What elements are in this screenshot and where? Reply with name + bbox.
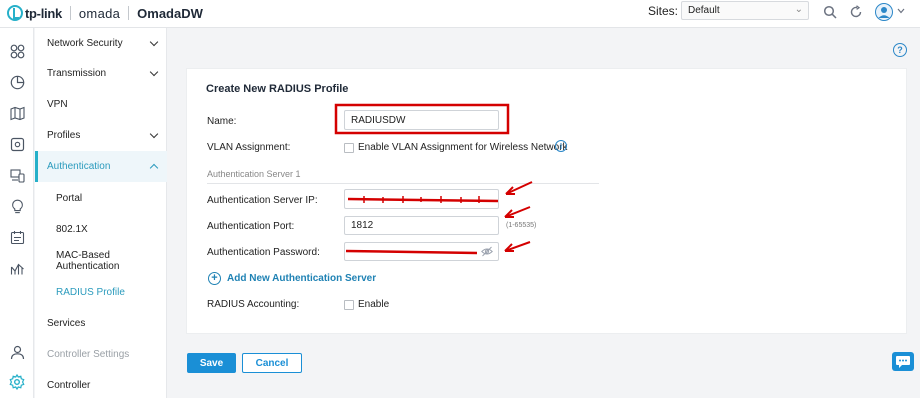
nav-vpn[interactable]: VPN bbox=[35, 89, 167, 120]
password-input[interactable] bbox=[344, 242, 499, 261]
map-icon[interactable] bbox=[9, 105, 25, 121]
cancel-button[interactable]: Cancel bbox=[242, 353, 302, 373]
vlan-assignment-checkbox-label: Enable VLAN Assignment for Wireless Netw… bbox=[358, 142, 568, 153]
brand: tp-link omada OmadaDW bbox=[7, 3, 203, 23]
nav-radius-profile[interactable]: RADIUS Profile bbox=[35, 277, 167, 308]
refresh-icon[interactable] bbox=[848, 4, 864, 20]
nav-label: MAC-Based Authentication bbox=[56, 249, 120, 272]
nav-label: Transmission bbox=[47, 68, 107, 79]
nav-label: Authentication bbox=[47, 161, 111, 172]
reports-icon[interactable] bbox=[9, 260, 25, 276]
plus-circle-icon: + bbox=[208, 272, 221, 285]
brand-divider bbox=[128, 6, 130, 20]
name-label: Name: bbox=[207, 116, 237, 127]
nav-802-1x[interactable]: 802.1X bbox=[35, 214, 167, 245]
chevron-down-icon bbox=[149, 129, 159, 139]
chat-bubble-icon bbox=[896, 355, 910, 368]
site-select-value: Default bbox=[688, 5, 720, 16]
chevron-up-icon bbox=[149, 163, 159, 173]
add-auth-server-label: Add New Authentication Server bbox=[227, 273, 377, 284]
section-divider bbox=[207, 183, 599, 184]
name-input[interactable] bbox=[344, 110, 499, 130]
sites-label: Sites: bbox=[648, 4, 679, 18]
port-input[interactable] bbox=[344, 216, 499, 235]
chevron-down-icon: ⌄ bbox=[794, 4, 803, 15]
form-title: Create New RADIUS Profile bbox=[206, 83, 349, 95]
hide-password-icon[interactable] bbox=[481, 246, 493, 257]
password-label: Authentication Password: bbox=[207, 247, 320, 258]
radius-profile-form: Create New RADIUS Profile Name: VLAN Ass… bbox=[186, 68, 907, 334]
app-title: OmadaDW bbox=[137, 5, 203, 21]
chevron-down-icon bbox=[149, 37, 159, 47]
nav-label: VPN bbox=[47, 99, 68, 110]
tp-link-logo-icon bbox=[7, 5, 23, 21]
nav-transmission[interactable]: Transmission bbox=[35, 58, 167, 89]
account-icon[interactable] bbox=[9, 344, 25, 360]
settings-sidenav: Network Security Transmission VPN Profil… bbox=[35, 28, 167, 398]
logs-icon[interactable] bbox=[9, 229, 25, 245]
port-range-hint: (1-65535) bbox=[506, 222, 537, 229]
nav-services[interactable]: Services bbox=[35, 308, 167, 339]
info-icon[interactable]: i bbox=[555, 140, 567, 152]
nav-label: RADIUS Profile bbox=[56, 287, 125, 298]
radius-accounting-checkbox[interactable] bbox=[344, 300, 354, 310]
statistics-icon[interactable] bbox=[9, 74, 25, 90]
nav-label: 802.1X bbox=[56, 224, 88, 235]
server-ip-label: Authentication Server IP: bbox=[207, 195, 318, 206]
dashboard-icon[interactable] bbox=[9, 43, 25, 59]
search-icon[interactable] bbox=[822, 4, 838, 20]
insights-icon[interactable] bbox=[9, 198, 25, 214]
help-icon[interactable]: ? bbox=[893, 43, 907, 57]
icon-rail bbox=[0, 28, 34, 398]
nav-controller-settings: Controller Settings bbox=[35, 339, 167, 370]
brand-name: tp-link bbox=[25, 5, 62, 21]
nav-controller[interactable]: Controller bbox=[35, 370, 167, 398]
vlan-assignment-checkbox[interactable] bbox=[344, 143, 354, 153]
nav-label: Network Security bbox=[47, 38, 123, 49]
nav-network-security[interactable]: Network Security bbox=[35, 28, 167, 59]
port-label: Authentication Port: bbox=[207, 221, 295, 232]
server-ip-input[interactable] bbox=[344, 189, 499, 209]
vlan-assignment-label: VLAN Assignment: bbox=[207, 142, 291, 153]
nav-label: Profiles bbox=[47, 130, 81, 141]
nav-portal[interactable]: Portal bbox=[35, 183, 167, 214]
nav-label: Controller bbox=[47, 380, 91, 391]
server-section-title: Authentication Server 1 bbox=[207, 169, 301, 179]
top-bar: tp-link omada OmadaDW Sites: Default ⌄ bbox=[0, 0, 920, 28]
clients-icon[interactable] bbox=[9, 167, 25, 183]
product-name: omada bbox=[78, 5, 121, 21]
site-select[interactable]: Default ⌄ bbox=[681, 1, 809, 20]
user-avatar-icon[interactable] bbox=[875, 3, 893, 21]
radius-accounting-checkbox-label: Enable bbox=[358, 299, 390, 310]
brand-divider bbox=[69, 6, 71, 20]
nav-authentication[interactable]: Authentication bbox=[35, 151, 167, 182]
nav-mac-based-authentication[interactable]: MAC-Based Authentication bbox=[35, 245, 167, 276]
nav-label: Controller Settings bbox=[47, 349, 130, 360]
chevron-down-icon[interactable] bbox=[897, 6, 905, 16]
chat-support-button[interactable] bbox=[892, 352, 914, 371]
nav-label: Services bbox=[47, 318, 86, 329]
nav-profiles[interactable]: Profiles bbox=[35, 120, 167, 151]
save-button[interactable]: Save bbox=[187, 353, 236, 373]
devices-icon[interactable] bbox=[9, 136, 25, 152]
settings-icon[interactable] bbox=[9, 374, 25, 390]
radius-accounting-label: RADIUS Accounting: bbox=[207, 299, 300, 310]
nav-label: Portal bbox=[56, 193, 83, 204]
chevron-down-icon bbox=[149, 67, 159, 77]
add-auth-server-button[interactable]: + Add New Authentication Server bbox=[208, 272, 376, 285]
